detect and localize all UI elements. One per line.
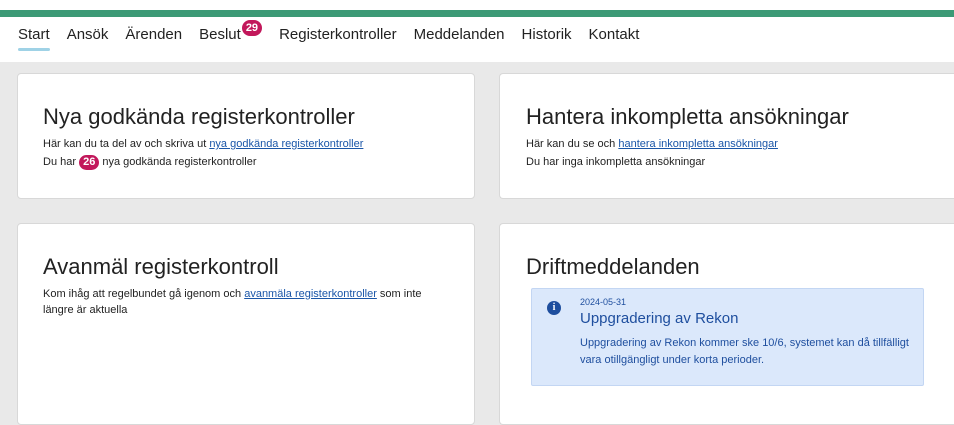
- accent-stripe: [0, 10, 954, 17]
- card-text-line: Här kan du se och hantera inkompletta an…: [526, 136, 946, 152]
- ops-message-body: Uppgradering av Rekon kommer ske 10/6, s…: [580, 337, 909, 366]
- ops-message-title: Uppgradering av Rekon: [580, 310, 739, 327]
- info-icon: i: [547, 301, 561, 315]
- new-controls-link[interactable]: nya godkända registerkontroller: [209, 138, 363, 150]
- text-prefix: Kom ihåg att regelbundet gå igenom och: [43, 288, 245, 300]
- incomplete-link[interactable]: hantera inkompletta ansökningar: [618, 138, 778, 150]
- card-title: Avanmäl registerkontroll: [43, 254, 279, 279]
- card-new-controls: Nya godkända registerkontroller Här kan …: [17, 73, 475, 199]
- nav-meddelanden[interactable]: Meddelanden: [414, 26, 505, 49]
- top-bar: Start Ansök Ärenden Beslut 29 Registerkon…: [0, 0, 954, 62]
- card-title: Hantera inkompletta ansökningar: [526, 104, 849, 129]
- nav-historik[interactable]: Historik: [522, 26, 572, 49]
- nav-beslut-label: Beslut: [199, 26, 241, 43]
- new-controls-count-badge: 26: [79, 155, 100, 170]
- text-prefix: Här kan du se och: [526, 138, 619, 150]
- text-suffix: nya godkända registerkontroller: [99, 156, 257, 168]
- nav-kontakt[interactable]: Kontakt: [589, 26, 640, 49]
- card-title: Nya godkända registerkontroller: [43, 104, 355, 129]
- text-prefix: Du har: [43, 156, 80, 168]
- card-text: Kom ihåg att regelbundet gå igenom och a…: [43, 286, 443, 318]
- beslut-count-badge: 29: [241, 20, 263, 36]
- text-prefix: Här kan du ta del av och skriva ut: [43, 138, 210, 150]
- nav-ansok[interactable]: Ansök: [67, 26, 109, 49]
- card-count-line: Du har 26 nya godkända registerkontrolle…: [43, 154, 463, 170]
- card-ops-messages: Driftmeddelanden i 2024-05-31 Uppgraderi…: [499, 223, 954, 425]
- card-deregister: Avanmäl registerkontroll Kom ihåg att re…: [17, 223, 475, 425]
- ops-message: i 2024-05-31 Uppgradering av Rekon Uppgr…: [531, 288, 924, 386]
- card-title: Driftmeddelanden: [526, 254, 700, 279]
- main-nav: Start Ansök Ärenden Beslut 29 Registerkon…: [18, 20, 656, 51]
- nav-beslut[interactable]: Beslut 29: [199, 20, 263, 49]
- ops-message-date: 2024-05-31: [580, 297, 627, 307]
- deregister-link[interactable]: avanmäla registerkontroller: [244, 288, 377, 300]
- nav-registerkontroller[interactable]: Registerkontroller: [279, 26, 397, 49]
- nav-arenden[interactable]: Ärenden: [125, 26, 182, 49]
- card-status-line: Du har inga inkompletta ansökningar: [526, 156, 706, 168]
- card-incomplete: Hantera inkompletta ansökningar Här kan …: [499, 73, 954, 199]
- card-text-line: Här kan du ta del av och skriva ut nya g…: [43, 136, 463, 152]
- nav-start[interactable]: Start: [18, 26, 50, 51]
